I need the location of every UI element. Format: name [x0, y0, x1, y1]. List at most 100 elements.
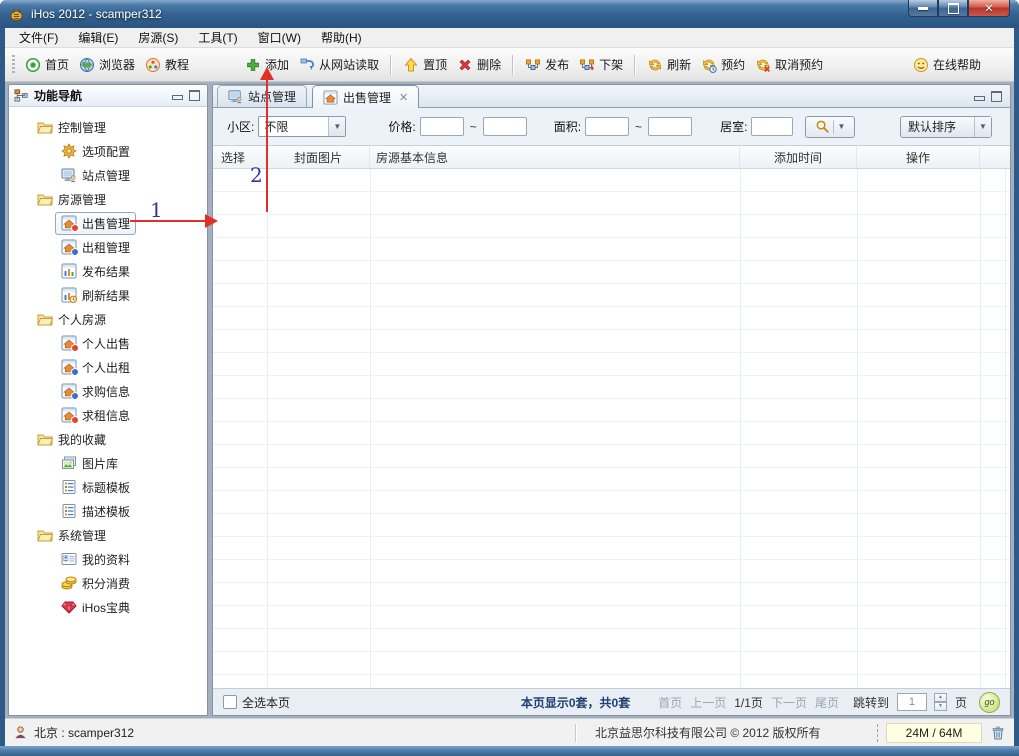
minimize-button[interactable] [908, 0, 938, 17]
refresh-button[interactable]: 刷新 [642, 53, 696, 76]
memory-indicator: 24M / 64M [886, 723, 982, 743]
column-select[interactable]: 选择 [213, 146, 267, 168]
sidebar-item-refresh-results[interactable]: 刷新结果 [9, 283, 207, 307]
menu-tools[interactable]: 工具(T) [188, 28, 247, 47]
sidebar-item-option-config[interactable]: 选项配置 [9, 139, 207, 163]
menu-listings[interactable]: 房源(S) [128, 28, 188, 47]
sidebar-item-site-management[interactable]: 站点管理 [9, 163, 207, 187]
sidebar-item-publish-results[interactable]: 发布结果 [9, 259, 207, 283]
menu-edit[interactable]: 编辑(E) [68, 28, 128, 47]
house-sale-icon [61, 335, 77, 351]
community-value: 不限 [259, 118, 328, 135]
panel-maximize-icon[interactable] [991, 91, 1002, 102]
house-rent-icon [61, 359, 77, 375]
tab-label: 出售管理 [343, 89, 391, 106]
tree-label: 发布结果 [82, 263, 130, 280]
sidebar-item-rent-requests[interactable]: 求租信息 [9, 403, 207, 427]
close-button[interactable]: ✕ [968, 0, 1010, 17]
sidebar-item-title-templates[interactable]: 标题模板 [9, 475, 207, 499]
sidebar-panel: 功能导航 控制管理 选项配置 站点管理 房源管理 出售管理 出租管理 发布结果 … [8, 84, 208, 716]
menu-file[interactable]: 文件(F) [9, 28, 68, 47]
house-seek-icon [61, 407, 77, 423]
menu-window[interactable]: 窗口(W) [248, 28, 311, 47]
spinner-down-icon[interactable]: ▼ [934, 702, 947, 711]
last-page-link[interactable]: 尾页 [815, 694, 839, 711]
price-min-input[interactable] [420, 117, 464, 136]
area-max-input[interactable] [648, 117, 692, 136]
jump-page-input[interactable] [897, 693, 927, 711]
sidebar-item-personal-rent[interactable]: 个人出租 [9, 355, 207, 379]
sidebar-item-image-library[interactable]: 图片库 [9, 451, 207, 475]
column-add-time[interactable]: 添加时间 [740, 146, 857, 168]
add-button[interactable]: 添加 [240, 53, 294, 76]
panel-minimize-icon[interactable] [974, 96, 985, 101]
panel-maximize-icon[interactable] [189, 90, 200, 101]
chevron-down-icon: ▼ [328, 117, 345, 136]
sidebar-item-sale-management[interactable]: 出售管理 [9, 211, 207, 235]
column-cover-image[interactable]: 封面图片 [267, 146, 370, 168]
tree-label: 出租管理 [82, 239, 130, 256]
tutorial-button[interactable]: 教程 [140, 53, 194, 76]
sidebar-item-system-management[interactable]: 系统管理 [9, 523, 207, 547]
page-indicator: 1/1页 [734, 694, 763, 711]
app-logo-icon [8, 6, 25, 23]
takedown-button[interactable]: 下架 [574, 53, 628, 76]
column-basic-info[interactable]: 房源基本信息 [370, 146, 740, 168]
pin-top-button[interactable]: 置顶 [398, 53, 452, 76]
jump-label: 跳转到 [853, 694, 889, 711]
sidebar-item-points-consumption[interactable]: 积分消费 [9, 571, 207, 595]
go-button[interactable]: go [979, 692, 1000, 713]
spinner-up-icon[interactable]: ▲ [934, 693, 947, 702]
restore-icon [948, 3, 959, 14]
prev-page-link[interactable]: 上一页 [690, 694, 726, 711]
first-page-link[interactable]: 首页 [658, 694, 682, 711]
sidebar-item-listing-management[interactable]: 房源管理 [9, 187, 207, 211]
select-all-checkbox[interactable] [223, 695, 237, 709]
tree-label: 个人出租 [82, 359, 130, 376]
sidebar-item-my-favorites[interactable]: 我的收藏 [9, 427, 207, 451]
sidebar-item-personal-listings[interactable]: 个人房源 [9, 307, 207, 331]
community-select[interactable]: 不限 ▼ [258, 116, 346, 137]
browser-button[interactable]: 浏览器 [74, 53, 140, 76]
delete-button[interactable]: 删除 [452, 53, 506, 76]
search-button[interactable]: ▼ [805, 116, 855, 138]
chevron-down-icon: ▼ [974, 117, 991, 137]
sidebar-item-ihos-handbook[interactable]: iHos宝典 [9, 595, 207, 619]
sidebar-item-buy-requests[interactable]: 求购信息 [9, 379, 207, 403]
panel-minimize-icon[interactable] [172, 95, 183, 100]
trash-icon[interactable] [990, 725, 1006, 741]
jump-spinner[interactable]: ▲▼ [934, 693, 947, 711]
home-button[interactable]: 首页 [20, 53, 74, 76]
sort-select[interactable]: 默认排序 ▼ [900, 116, 992, 138]
tab-site-management[interactable]: 站点管理 [217, 85, 307, 107]
import-from-website-button[interactable]: 从网站读取 [294, 53, 384, 76]
workspace: 功能导航 控制管理 选项配置 站点管理 房源管理 出售管理 出租管理 发布结果 … [5, 82, 1014, 718]
tab-close-icon[interactable]: ✕ [399, 91, 408, 104]
sidebar-item-rent-management[interactable]: 出租管理 [9, 235, 207, 259]
column-gridline [857, 169, 858, 688]
publish-button[interactable]: 发布 [520, 53, 574, 76]
delete-label: 删除 [477, 56, 501, 73]
restore-button[interactable] [938, 0, 968, 17]
tab-sale-management[interactable]: 出售管理 ✕ [312, 85, 419, 108]
tree-label: 站点管理 [82, 167, 130, 184]
close-icon: ✕ [984, 2, 993, 15]
tab-strip: 站点管理 出售管理 ✕ [213, 85, 1010, 108]
sidebar-item-personal-sale[interactable]: 个人出售 [9, 331, 207, 355]
sidebar-item-my-profile[interactable]: 我的资料 [9, 547, 207, 571]
reserve-button[interactable]: 预约 [696, 53, 750, 76]
toolbar-separator [634, 55, 636, 75]
sidebar-item-description-templates[interactable]: 描述模板 [9, 499, 207, 523]
rooms-input[interactable] [751, 117, 793, 136]
cancel-reserve-button[interactable]: 取消预约 [750, 53, 828, 76]
pin-top-label: 置顶 [423, 56, 447, 73]
sidebar-item-control-management[interactable]: 控制管理 [9, 115, 207, 139]
next-page-link[interactable]: 下一页 [771, 694, 807, 711]
area-min-input[interactable] [585, 117, 629, 136]
menu-help[interactable]: 帮助(H) [311, 28, 372, 47]
online-help-button[interactable]: 在线帮助 [908, 53, 986, 76]
house-buy-icon [61, 383, 77, 399]
area-label: 面积: [554, 118, 581, 135]
column-operation[interactable]: 操作 [857, 146, 980, 168]
price-max-input[interactable] [483, 117, 527, 136]
